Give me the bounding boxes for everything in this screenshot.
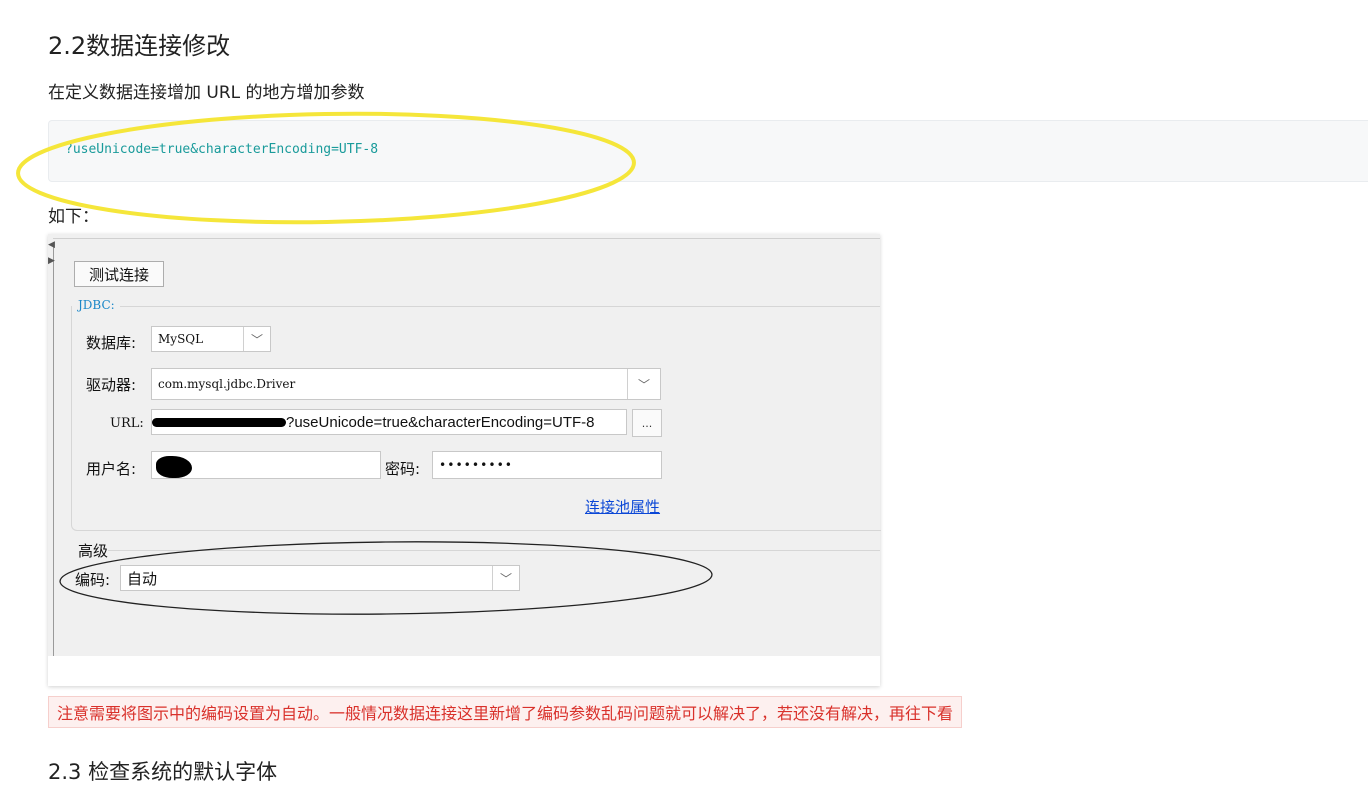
connection-pool-link[interactable]: 连接池属性 xyxy=(585,496,660,517)
black-highlight-circle xyxy=(59,541,713,615)
url-input[interactable]: ?useUnicode=true&characterEncoding=UTF-8 xyxy=(151,409,627,435)
jdbc-group-label: JDBC: xyxy=(78,298,115,312)
url-value: ?useUnicode=true&characterEncoding=UTF-8 xyxy=(286,413,595,431)
next-section-heading: 2.3 检查系统的默认字体 xyxy=(48,760,278,784)
database-select[interactable]: MySQL ﹀ xyxy=(151,326,271,352)
url-more-button[interactable]: ... xyxy=(632,409,662,437)
password-input[interactable]: ••••••••• xyxy=(432,451,662,479)
redaction-mark xyxy=(156,456,192,478)
intro-text: 在定义数据连接增加 URL 的地方增加参数 xyxy=(48,83,365,103)
driver-select[interactable]: com.mysql.jdbc.Driver ﹀ xyxy=(151,368,661,400)
password-label: 密码: xyxy=(385,460,421,478)
url-label: URL: xyxy=(110,416,144,431)
collapse-left-icon[interactable]: ◀ xyxy=(48,240,55,250)
yellow-highlight-circle xyxy=(16,111,636,225)
database-label: 数据库: xyxy=(86,334,137,352)
test-connection-button[interactable]: 测试连接 xyxy=(74,261,164,287)
database-value: MySQL xyxy=(158,332,204,346)
username-label: 用户名: xyxy=(86,460,137,478)
divider xyxy=(120,306,880,307)
expand-right-icon[interactable]: ▶ xyxy=(48,256,55,266)
chevron-down-icon[interactable]: ﹀ xyxy=(243,327,270,351)
driver-label: 驱动器: xyxy=(86,376,137,394)
dialog-screenshot: ◀ ▶ 测试连接 JDBC: 数据库: MySQL ﹀ 驱动器: com.mys… xyxy=(48,234,881,686)
dialog-panel: ◀ ▶ 测试连接 JDBC: 数据库: MySQL ﹀ 驱动器: com.mys… xyxy=(48,234,881,656)
chevron-down-icon[interactable]: ﹀ xyxy=(627,369,660,399)
section-heading: 2.2数据连接修改 xyxy=(48,32,231,60)
divider xyxy=(53,242,54,656)
divider xyxy=(53,238,880,239)
redaction-mark xyxy=(152,417,286,427)
as-below-text: 如下： xyxy=(48,207,99,227)
notice-callout: 注意需要将图示中的编码设置为自动。一般情况数据连接这里新增了编码参数乱码问题就可… xyxy=(48,696,963,728)
driver-value: com.mysql.jdbc.Driver xyxy=(158,377,296,391)
